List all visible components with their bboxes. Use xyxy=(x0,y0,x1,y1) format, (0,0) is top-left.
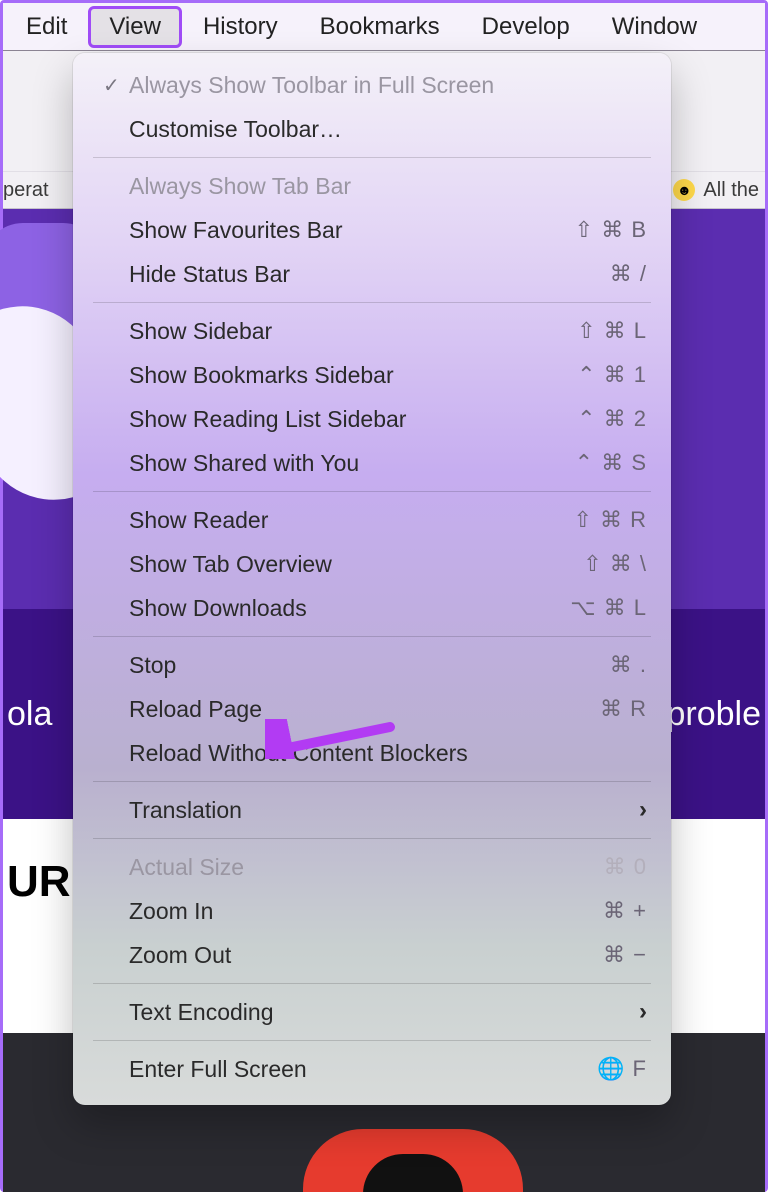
menubar: Edit View History Bookmarks Develop Wind… xyxy=(3,3,765,51)
chevron-right-icon: › xyxy=(639,796,647,824)
menu-item-label: Always Show Tab Bar xyxy=(129,173,647,200)
menu-item-shortcut: ⌥ ⌘ L xyxy=(570,595,647,621)
menu-develop[interactable]: Develop xyxy=(461,6,591,48)
menu-item-shortcut: ⌃ ⌘ S xyxy=(575,450,647,476)
menu-item-label: Enter Full Screen xyxy=(129,1056,597,1083)
checkmark-icon: ✓ xyxy=(103,73,129,98)
menu-item-shortcut: ⇧ ⌘ B xyxy=(575,217,647,243)
menu-item-enter-full-screen[interactable]: Enter Full Screen🌐 F xyxy=(73,1047,671,1091)
menu-separator xyxy=(93,636,651,637)
menu-separator xyxy=(93,157,651,158)
menu-separator xyxy=(93,302,651,303)
page-band-left-text: ola xyxy=(7,695,52,734)
menu-item-label: Hide Status Bar xyxy=(129,261,610,288)
menu-item-shortcut: ⇧ ⌘ R xyxy=(573,507,647,533)
menu-item-hide-status-bar[interactable]: Hide Status Bar⌘ / xyxy=(73,252,671,296)
menu-item-always-show-toolbar-in-full-screen: ✓Always Show Toolbar in Full Screen xyxy=(73,63,671,107)
page-headline-fragment: UR xyxy=(7,857,71,906)
bookmark-fragment-left[interactable]: perat xyxy=(3,179,49,202)
menu-item-shortcut: ⌘ / xyxy=(610,261,647,287)
view-menu-dropdown: ✓Always Show Toolbar in Full Screen Custo… xyxy=(73,53,671,1105)
menu-item-label: Translation xyxy=(129,797,639,824)
menu-item-zoom-out[interactable]: Zoom Out⌘ − xyxy=(73,933,671,977)
menu-item-shortcut: ⌘ R xyxy=(600,696,647,722)
menu-item-label: Show Downloads xyxy=(129,595,570,622)
menu-item-label: Reload Without Content Blockers xyxy=(129,740,647,767)
menu-item-label: Zoom Out xyxy=(129,942,603,969)
menu-item-reload-without-content-blockers[interactable]: Reload Without Content Blockers xyxy=(73,731,671,775)
menu-item-label: Show Shared with You xyxy=(129,450,575,477)
menu-item-label: Actual Size xyxy=(129,854,604,881)
bookmark-fragment-right[interactable]: All the xyxy=(703,179,759,202)
menu-separator xyxy=(93,781,651,782)
chevron-right-icon: › xyxy=(639,998,647,1026)
menu-edit[interactable]: Edit xyxy=(5,6,88,48)
menu-item-show-shared-with-you[interactable]: Show Shared with You⌃ ⌘ S xyxy=(73,441,671,485)
menu-item-shortcut: 🌐 F xyxy=(597,1056,647,1082)
menu-item-label: Customise Toolbar… xyxy=(129,116,647,143)
menu-item-stop[interactable]: Stop⌘ . xyxy=(73,643,671,687)
menu-item-text-encoding[interactable]: Text Encoding› xyxy=(73,990,671,1034)
menu-item-label: Reload Page xyxy=(129,696,600,723)
menu-item-label: Zoom In xyxy=(129,898,603,925)
menu-item-label: Show Sidebar xyxy=(129,318,577,345)
page-band-right-text: proble xyxy=(666,695,761,734)
menu-item-shortcut: ⌃ ⌘ 2 xyxy=(577,406,647,432)
menu-item-label: Show Favourites Bar xyxy=(129,217,575,244)
menu-item-label: Show Reading List Sidebar xyxy=(129,406,577,433)
menu-item-show-reader[interactable]: Show Reader⇧ ⌘ R xyxy=(73,498,671,542)
menu-item-shortcut: ⌘ − xyxy=(603,942,647,968)
menu-item-show-tab-overview[interactable]: Show Tab Overview⇧ ⌘ \ xyxy=(73,542,671,586)
menu-item-show-sidebar[interactable]: Show Sidebar⇧ ⌘ L xyxy=(73,309,671,353)
menu-item-actual-size: Actual Size⌘ 0 xyxy=(73,845,671,889)
menu-item-translation[interactable]: Translation› xyxy=(73,788,671,832)
menu-item-label: Show Tab Overview xyxy=(129,551,583,578)
menu-separator xyxy=(93,838,651,839)
menu-item-label: Show Bookmarks Sidebar xyxy=(129,362,577,389)
menu-item-zoom-in[interactable]: Zoom In⌘ + xyxy=(73,889,671,933)
face-icon: ☻ xyxy=(673,179,695,201)
menu-item-shortcut: ⌃ ⌘ 1 xyxy=(577,362,647,388)
menu-history[interactable]: History xyxy=(182,6,299,48)
menu-item-label: Show Reader xyxy=(129,507,573,534)
menu-item-shortcut: ⌘ . xyxy=(610,652,647,678)
menu-bookmarks[interactable]: Bookmarks xyxy=(299,6,461,48)
menu-separator xyxy=(93,491,651,492)
menu-item-label: Stop xyxy=(129,652,610,679)
menu-item-customise-toolbar[interactable]: Customise Toolbar… xyxy=(73,107,671,151)
menu-item-shortcut: ⇧ ⌘ \ xyxy=(583,551,647,577)
menu-item-label: Text Encoding xyxy=(129,999,639,1026)
menu-item-show-bookmarks-sidebar[interactable]: Show Bookmarks Sidebar⌃ ⌘ 1 xyxy=(73,353,671,397)
menu-item-shortcut: ⌘ + xyxy=(603,898,647,924)
menu-separator xyxy=(93,1040,651,1041)
menu-window[interactable]: Window xyxy=(591,6,718,48)
menu-item-label: Always Show Toolbar in Full Screen xyxy=(129,72,647,99)
menu-item-show-downloads[interactable]: Show Downloads⌥ ⌘ L xyxy=(73,586,671,630)
menu-separator xyxy=(93,983,651,984)
menu-item-always-show-tab-bar: Always Show Tab Bar xyxy=(73,164,671,208)
menu-view[interactable]: View xyxy=(88,6,182,48)
menu-item-reload-page[interactable]: Reload Page⌘ R xyxy=(73,687,671,731)
menu-item-shortcut: ⌘ 0 xyxy=(604,854,647,880)
menu-item-show-reading-list-sidebar[interactable]: Show Reading List Sidebar⌃ ⌘ 2 xyxy=(73,397,671,441)
menu-item-show-favourites-bar[interactable]: Show Favourites Bar⇧ ⌘ B xyxy=(73,208,671,252)
menu-item-shortcut: ⇧ ⌘ L xyxy=(577,318,647,344)
